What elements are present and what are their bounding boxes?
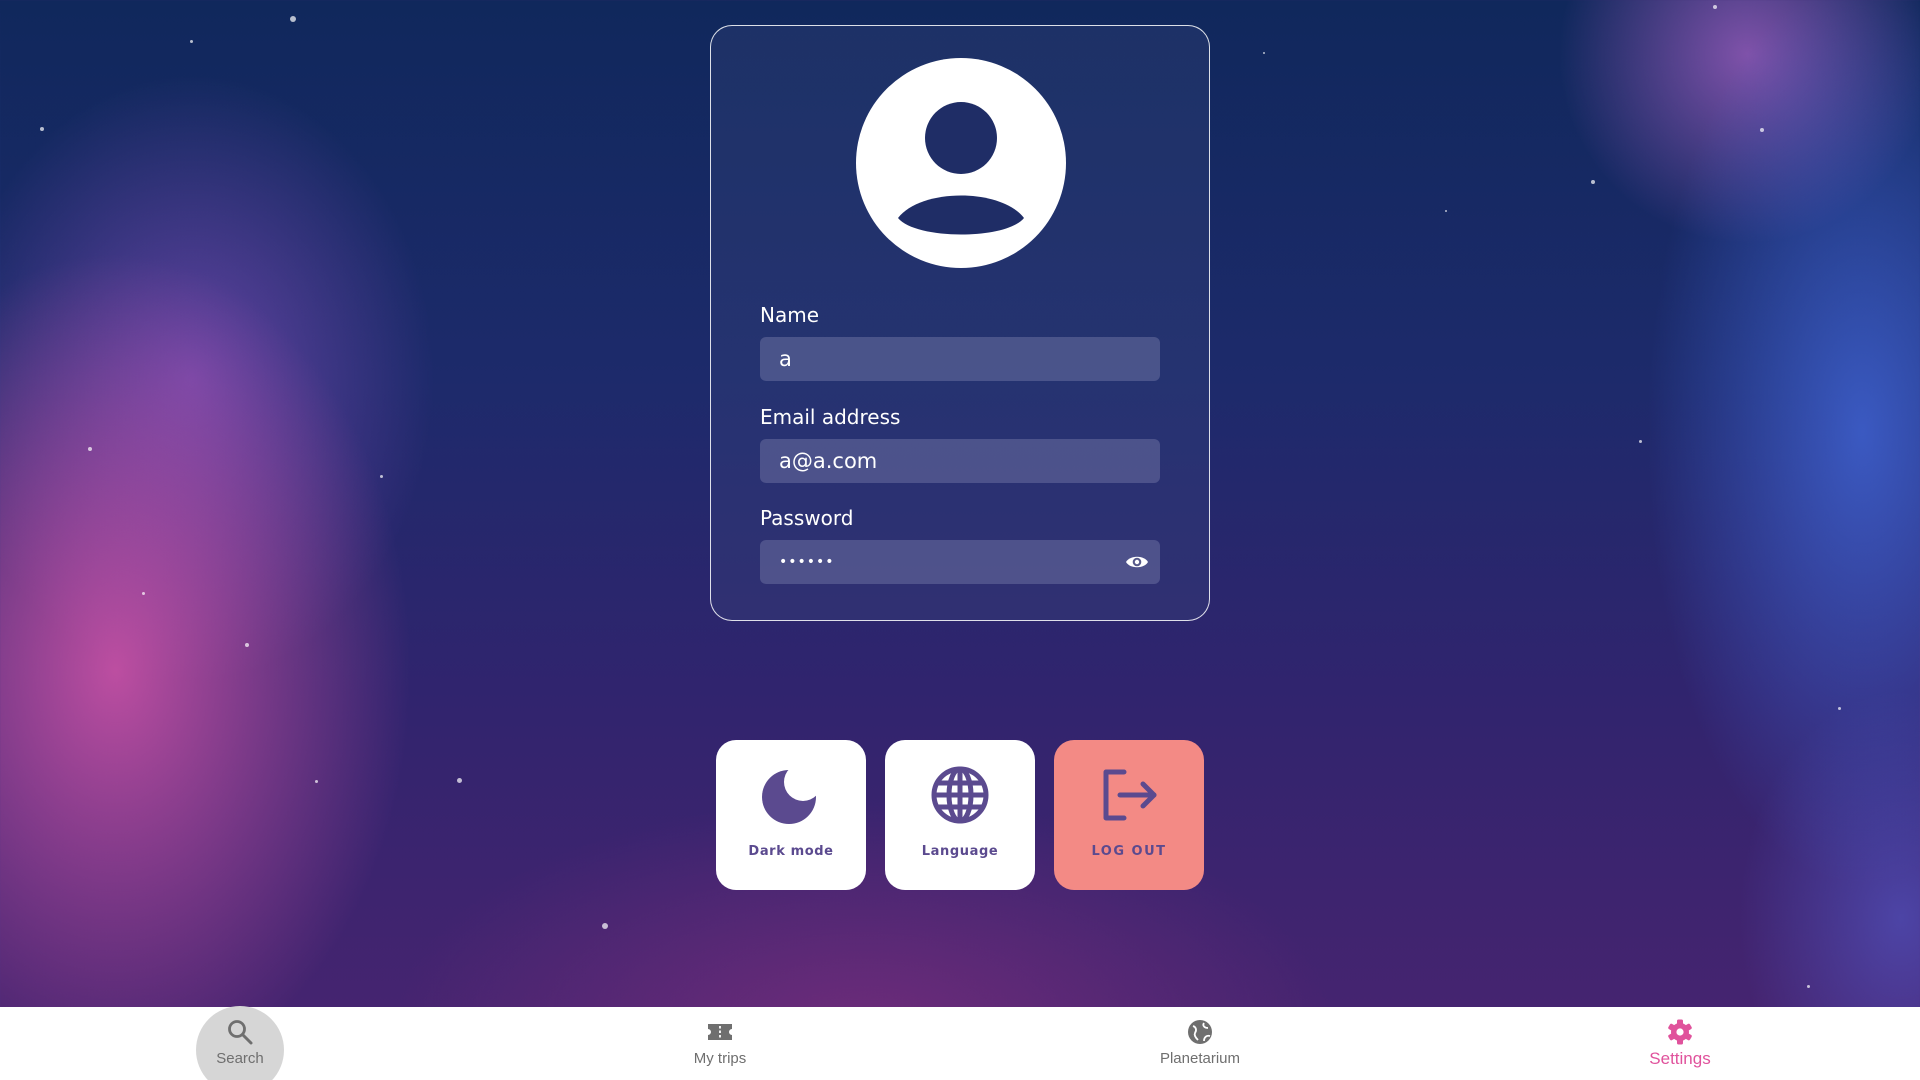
email-label: Email address bbox=[760, 405, 901, 429]
language-label: Language bbox=[921, 844, 999, 859]
account-circle-icon bbox=[856, 58, 1066, 268]
logout-button[interactable]: LOG OUT bbox=[1054, 740, 1204, 890]
logout-icon bbox=[1103, 769, 1157, 821]
nav-my-trips[interactable]: My trips bbox=[640, 1007, 800, 1080]
nav-search[interactable]: Search bbox=[160, 1007, 320, 1080]
dark-mode-button[interactable]: Dark mode bbox=[716, 740, 866, 890]
password-label: Password bbox=[760, 506, 854, 530]
password-value: •••••• bbox=[779, 554, 835, 570]
email-value: a@a.com bbox=[779, 449, 878, 473]
name-label: Name bbox=[760, 303, 820, 327]
nav-settings[interactable]: Settings bbox=[1600, 1007, 1760, 1080]
eye-icon[interactable] bbox=[1124, 549, 1150, 575]
language-button[interactable]: Language bbox=[885, 740, 1035, 890]
password-field[interactable]: •••••• bbox=[760, 540, 1160, 584]
gear-icon bbox=[1668, 1019, 1692, 1045]
search-icon bbox=[228, 1020, 253, 1045]
email-field[interactable]: a@a.com bbox=[760, 439, 1160, 483]
profile-card: Name a Email address a@a.com Password ••… bbox=[710, 25, 1210, 621]
name-field[interactable]: a bbox=[760, 337, 1160, 381]
dark-mode-label: Dark mode bbox=[748, 844, 834, 859]
logout-label: LOG OUT bbox=[1091, 844, 1167, 859]
name-value: a bbox=[779, 347, 792, 371]
nav-my-trips-label: My trips bbox=[693, 1050, 747, 1067]
nav-settings-label: Settings bbox=[1649, 1049, 1711, 1068]
nav-planetarium[interactable]: Planetarium bbox=[1120, 1007, 1280, 1080]
globe-icon bbox=[931, 766, 989, 824]
ticket-icon bbox=[708, 1024, 732, 1040]
moon-icon bbox=[762, 770, 816, 824]
planet-icon bbox=[1188, 1020, 1212, 1044]
nav-search-label: Search bbox=[216, 1050, 264, 1067]
nav-planetarium-label: Planetarium bbox=[1159, 1050, 1241, 1067]
